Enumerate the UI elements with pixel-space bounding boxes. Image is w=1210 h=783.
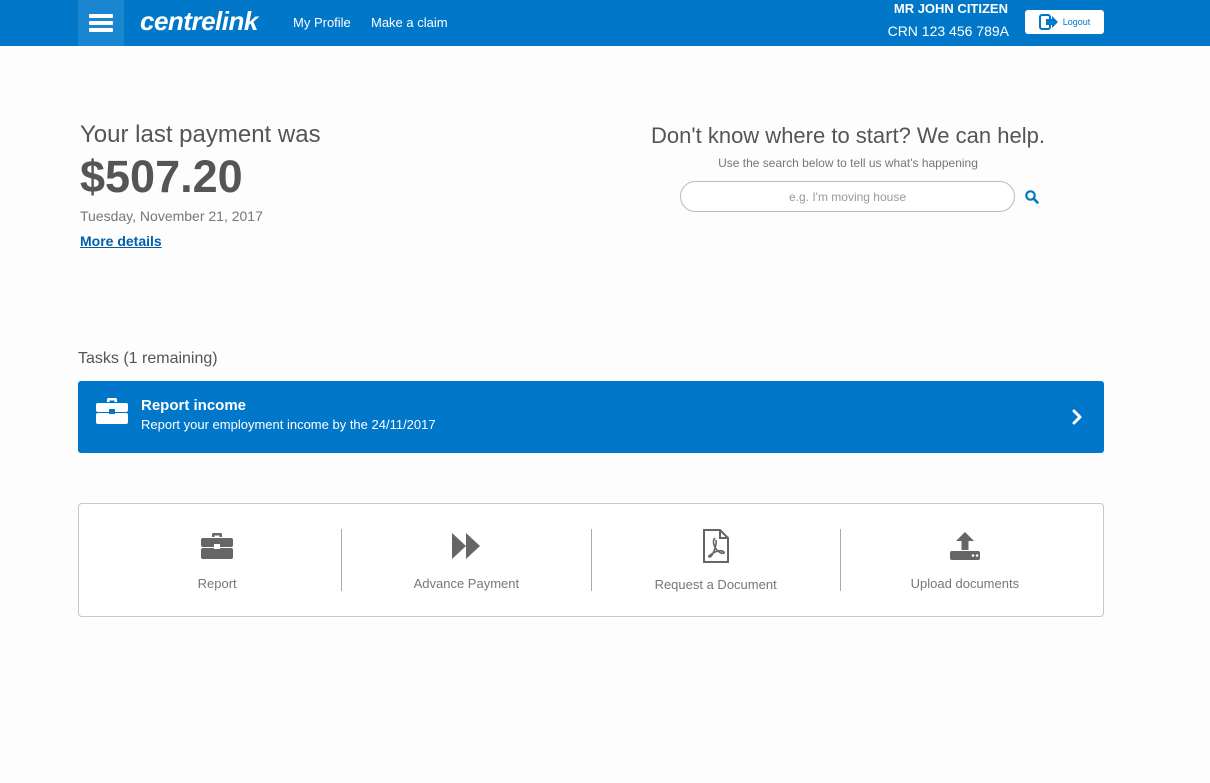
quick-link-request-document[interactable]: Request a Document [590,529,840,592]
upload-icon [949,531,980,560]
quick-link-label: Advance Payment [413,576,520,591]
pdf-document-icon [702,529,729,563]
payment-amount: $507.20 [80,151,243,202]
quick-link-report[interactable]: Report [93,529,341,591]
nav-my-profile[interactable]: My Profile [293,15,351,30]
user-crn: CRN 123 456 789A [887,23,1009,39]
more-details-link[interactable]: More details [80,233,162,249]
briefcase-icon [201,532,234,559]
quick-link-label: Report [197,576,237,591]
payment-date: Tuesday, November 21, 2017 [80,208,263,224]
quick-link-label: Upload documents [910,576,1020,591]
briefcase-icon [96,398,128,424]
quick-link-upload-documents[interactable]: Upload documents [839,529,1089,591]
logout-icon [1038,14,1058,30]
payment-heading: Your last payment was [80,121,321,148]
user-name: MR JOHN CITIZEN [893,1,1008,16]
logout-label: Logout [1062,17,1091,27]
tasks-heading: Tasks (1 remaining) [78,350,218,367]
search-icon[interactable] [1024,189,1040,205]
chevron-right-icon [1072,409,1082,425]
brand-logo[interactable]: centrelink [140,6,258,37]
logout-button[interactable]: Logout [1025,10,1104,34]
quick-link-advance-payment[interactable]: Advance Payment [341,529,590,591]
help-heading: Don't know where to start? We can help. [651,123,1045,148]
task-description: Report your employment income by the 24/… [141,417,436,432]
quick-links-panel: Report Advance Payment Request a Documen… [78,503,1104,617]
top-header: centrelink My Profile Make a claim MR JO… [0,0,1210,46]
hamburger-menu-button[interactable] [78,0,124,46]
search-input[interactable] [680,181,1015,212]
quick-link-label: Request a Document [654,577,777,592]
fast-forward-icon [452,532,481,559]
menu-icon [89,14,113,32]
nav-make-a-claim[interactable]: Make a claim [371,15,448,30]
task-title: Report income [141,397,247,414]
help-subtitle: Use the search below to tell us what's h… [718,156,978,170]
task-report-income[interactable]: Report income Report your employment inc… [78,381,1104,453]
